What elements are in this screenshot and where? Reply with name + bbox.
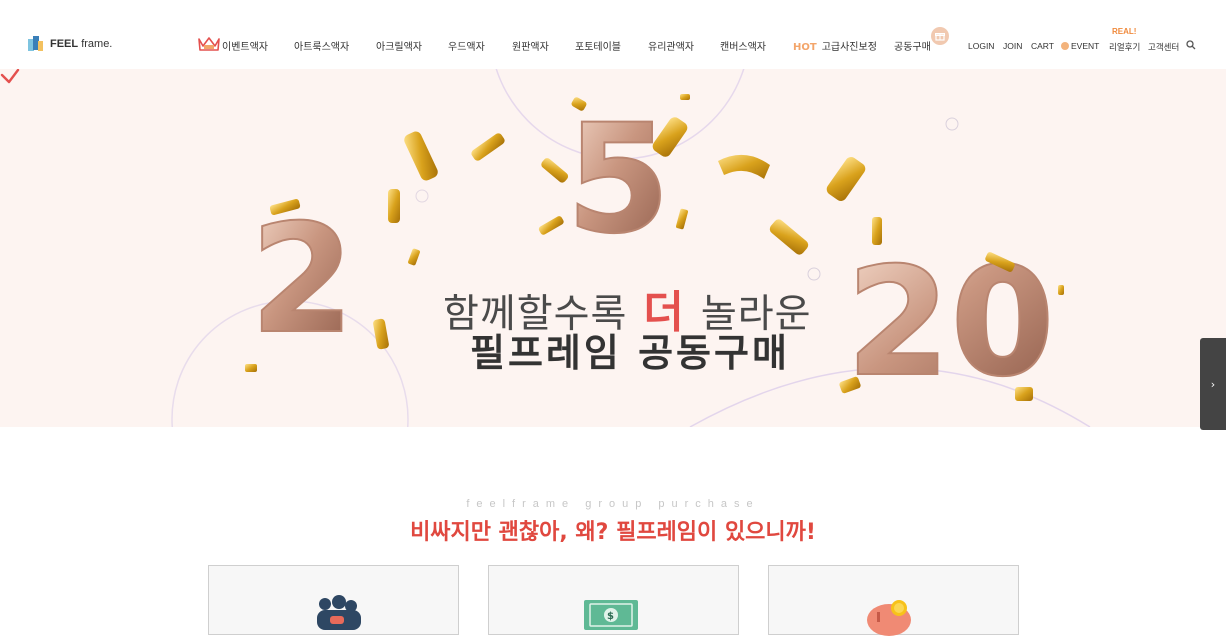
- gift-icon: [931, 27, 949, 45]
- nav-glass-frame[interactable]: 유리관액자: [648, 38, 694, 53]
- nav-wood-frame[interactable]: 우드액자: [448, 38, 485, 53]
- site-logo[interactable]: FEEL frame.: [28, 36, 112, 52]
- nav-master-frame[interactable]: 원판액자: [512, 38, 549, 53]
- nav-group-buy[interactable]: 공동구매: [894, 38, 931, 53]
- nav-event-frame[interactable]: 이벤트액자: [222, 38, 268, 53]
- feature-card-money[interactable]: $: [488, 565, 739, 635]
- digit-5-balloon: 5: [566, 93, 670, 267]
- login-link[interactable]: LOGIN: [968, 41, 994, 51]
- logo-mark-icon: [28, 36, 44, 52]
- section-eyebrow: feelframe group purchase: [466, 498, 760, 510]
- chevron-right-icon: ›: [1210, 377, 1216, 391]
- site-header: FEEL frame. 이벤트액자 아트룩스액자 아크릴액자 우드액자 원판액자…: [0, 0, 1226, 69]
- feature-card-people[interactable]: [208, 565, 459, 635]
- digit-2-balloon: 2: [250, 193, 354, 367]
- crown-icon: [198, 37, 220, 51]
- section-title: 비싸지만 괜찮아, 왜? 필프레임이 있으니까!: [410, 520, 816, 545]
- piggy-bank-icon: [867, 600, 911, 636]
- event-link[interactable]: EVENT: [1061, 41, 1099, 51]
- nav-canvas-frame[interactable]: 캔버스액자: [720, 38, 766, 53]
- people-icon: [317, 595, 361, 630]
- event-dot-icon: [1061, 42, 1069, 50]
- svg-text:$: $: [607, 611, 614, 622]
- real-badge: REAL!: [1112, 27, 1137, 36]
- cart-link[interactable]: CART: [1031, 41, 1054, 51]
- hero-banner[interactable]: 2 5 20 함께할수록 더 놀라운 필프레임 공동구매: [0, 69, 1226, 427]
- logo-text: FEEL frame.: [50, 38, 113, 50]
- hero-headline-line2: 필프레임 공동구매: [470, 331, 790, 375]
- nav-retouching-label: 고급사진보정: [821, 42, 877, 53]
- digit-20-balloon: 20: [846, 236, 1055, 410]
- nav-photo-table[interactable]: 포토테이블: [575, 38, 621, 53]
- nav-acrylic-frame[interactable]: 아크릴액자: [376, 38, 422, 53]
- slider-next-button[interactable]: ›: [1200, 338, 1226, 430]
- hot-badge: HOT: [793, 42, 817, 53]
- join-link[interactable]: JOIN: [1003, 41, 1022, 51]
- support-link[interactable]: 고객센터: [1148, 41, 1179, 53]
- money-icon: $: [584, 600, 638, 630]
- search-icon[interactable]: [1186, 40, 1196, 50]
- nav-retouching[interactable]: HOT 고급사진보정: [793, 38, 877, 53]
- feature-card-savings[interactable]: [768, 565, 1019, 636]
- event-label: EVENT: [1071, 41, 1100, 51]
- checkmark-icon: [0, 69, 20, 84]
- nav-artlux-frame[interactable]: 아트룩스액자: [294, 38, 349, 53]
- reviews-link[interactable]: 리얼후기: [1109, 41, 1140, 53]
